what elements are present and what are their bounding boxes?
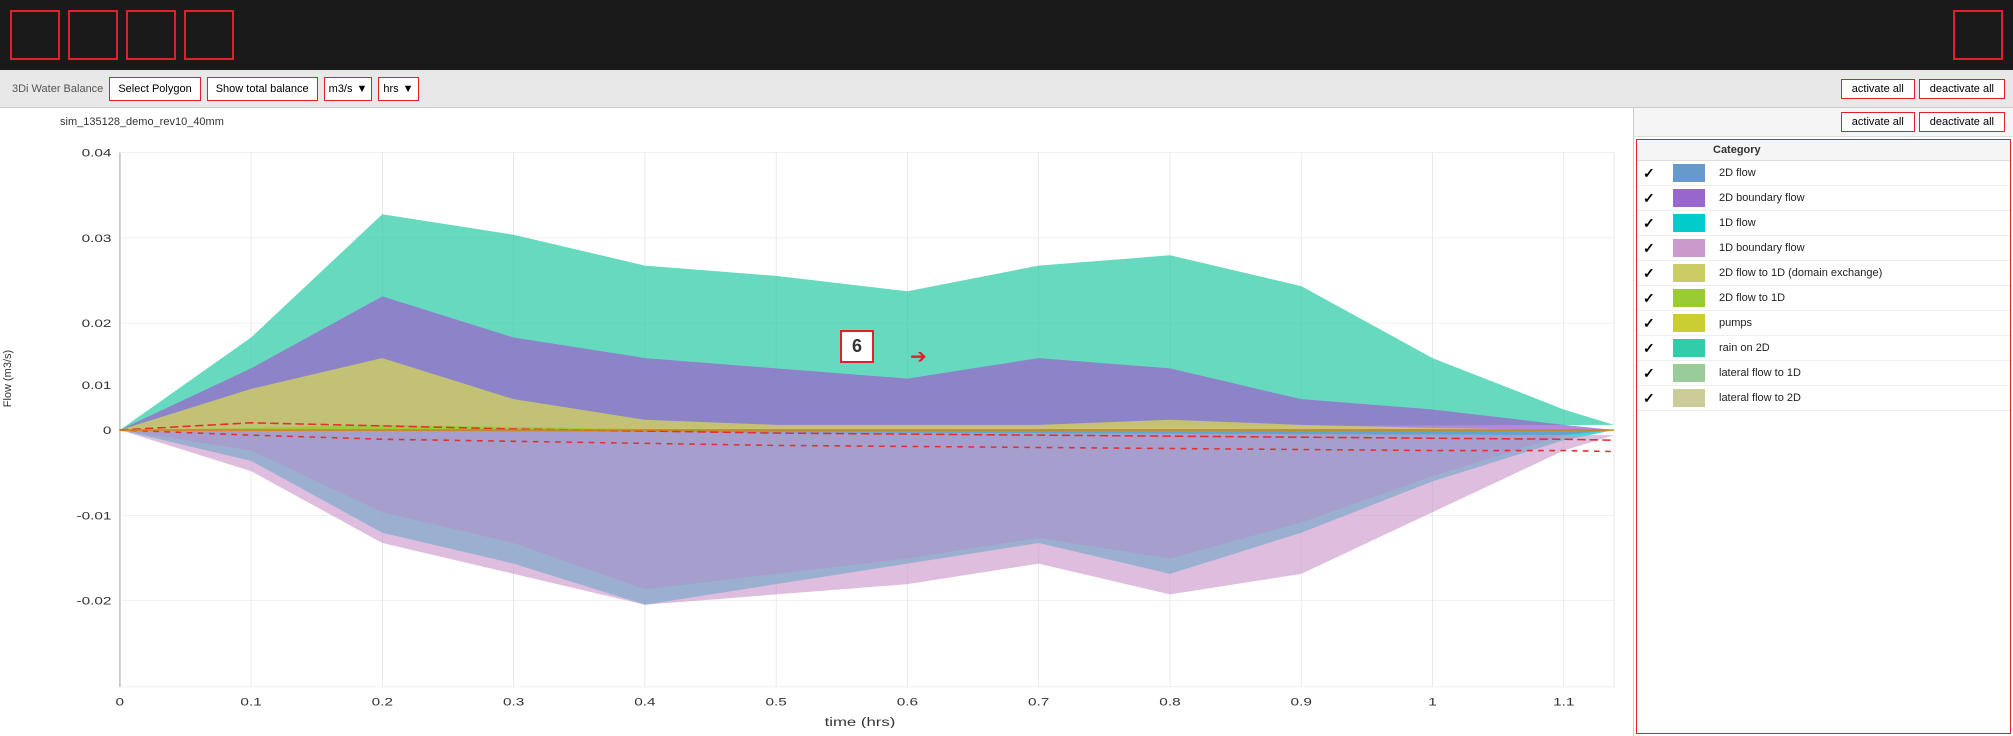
- category-table: Category ✓ 2D flow ✓ 2D boundary flow ✓ …: [1636, 139, 2011, 734]
- table-row[interactable]: ✓ 1D boundary flow: [1637, 236, 2010, 261]
- sub-toolbar: 3Di Water Balance Select Polygon Show to…: [0, 70, 2013, 108]
- svg-text:0.01: 0.01: [82, 379, 112, 392]
- row-checkbox-7[interactable]: ✓: [1643, 340, 1673, 357]
- table-row[interactable]: ✓ lateral flow to 2D: [1637, 386, 2010, 411]
- right-panel-header: activate all deactivate all: [1634, 108, 2013, 137]
- row-color-swatch-6: [1673, 314, 1705, 332]
- row-category-name-0: 2D flow: [1713, 167, 2004, 179]
- table-row[interactable]: ✓ 2D flow to 1D: [1637, 286, 2010, 311]
- row-category-name-9: lateral flow to 2D: [1713, 392, 2004, 404]
- svg-text:0.03: 0.03: [82, 232, 112, 245]
- category-col-header: Category: [1713, 144, 2004, 156]
- category-header: Category: [1637, 140, 2010, 161]
- activate-all-button[interactable]: activate all: [1841, 79, 1915, 99]
- svg-text:1.1: 1.1: [1553, 695, 1574, 708]
- row-color-swatch-2: [1673, 214, 1705, 232]
- app-title: 3Di Water Balance: [12, 83, 103, 95]
- svg-text:0.2: 0.2: [372, 695, 393, 708]
- row-category-name-4: 2D flow to 1D (domain exchange): [1713, 267, 2004, 279]
- row-category-name-6: pumps: [1713, 317, 2004, 329]
- select-polygon-button[interactable]: Select Polygon: [109, 77, 200, 101]
- row-checkbox-0[interactable]: ✓: [1643, 165, 1673, 182]
- svg-text:0.04: 0.04: [82, 147, 112, 160]
- row-checkbox-3[interactable]: ✓: [1643, 240, 1673, 257]
- table-row[interactable]: ✓ rain on 2D: [1637, 336, 2010, 361]
- toolbar-btn-2[interactable]: [68, 10, 118, 60]
- right-controls: activate all deactivate all: [1841, 79, 2005, 99]
- row-checkbox-8[interactable]: ✓: [1643, 365, 1673, 382]
- row-color-swatch-8: [1673, 364, 1705, 382]
- table-row[interactable]: ✓ 2D flow: [1637, 161, 2010, 186]
- svg-text:time (hrs): time (hrs): [825, 716, 896, 728]
- main-content: sim_135128_demo_rev10_40mm Flow (m3/s): [0, 108, 2013, 736]
- table-row[interactable]: ✓ 1D flow: [1637, 211, 2010, 236]
- row-color-swatch-0: [1673, 164, 1705, 182]
- row-checkbox-5[interactable]: ✓: [1643, 290, 1673, 307]
- svg-text:0.1: 0.1: [240, 695, 261, 708]
- row-color-swatch-3: [1673, 239, 1705, 257]
- svg-text:-0.01: -0.01: [76, 509, 111, 522]
- flow-unit-value: m3/s: [329, 83, 353, 95]
- chart-area: sim_135128_demo_rev10_40mm Flow (m3/s): [0, 108, 1633, 736]
- row-checkbox-9[interactable]: ✓: [1643, 390, 1673, 407]
- table-row[interactable]: ✓ 2D boundary flow: [1637, 186, 2010, 211]
- annotation-number: 6: [852, 336, 862, 356]
- row-category-name-2: 1D flow: [1713, 217, 2004, 229]
- toolbar-btn-3[interactable]: [126, 10, 176, 60]
- toolbar-btn-1[interactable]: [10, 10, 60, 60]
- row-checkbox-6[interactable]: ✓: [1643, 315, 1673, 332]
- row-category-name-7: rain on 2D: [1713, 342, 2004, 354]
- row-color-swatch-1: [1673, 189, 1705, 207]
- svg-text:0.8: 0.8: [1159, 695, 1180, 708]
- deactivate-all-button[interactable]: deactivate all: [1919, 79, 2005, 99]
- svg-text:0.7: 0.7: [1028, 695, 1049, 708]
- svg-text:-0.02: -0.02: [76, 595, 111, 608]
- table-row[interactable]: ✓ 2D flow to 1D (domain exchange): [1637, 261, 2010, 286]
- deactivate-all-button-panel[interactable]: deactivate all: [1919, 112, 2005, 132]
- toolbar-btn-4[interactable]: [184, 10, 234, 60]
- color-col-header: [1673, 144, 1713, 156]
- row-category-name-1: 2D boundary flow: [1713, 192, 2004, 204]
- row-category-name-5: 2D flow to 1D: [1713, 292, 2004, 304]
- svg-text:0.4: 0.4: [634, 695, 656, 708]
- annotation-arrow-icon: ➔: [910, 344, 927, 369]
- row-color-swatch-7: [1673, 339, 1705, 357]
- time-unit-chevron-icon: ▼: [403, 83, 414, 95]
- svg-text:0.9: 0.9: [1291, 695, 1312, 708]
- flow-unit-chevron-icon: ▼: [357, 83, 368, 95]
- row-color-swatch-5: [1673, 289, 1705, 307]
- svg-text:0.3: 0.3: [503, 695, 524, 708]
- svg-text:0.5: 0.5: [765, 695, 786, 708]
- svg-text:0: 0: [103, 424, 112, 437]
- row-checkbox-2[interactable]: ✓: [1643, 215, 1673, 232]
- table-row[interactable]: ✓ lateral flow to 1D: [1637, 361, 2010, 386]
- top-toolbar: [0, 0, 2013, 70]
- svg-text:0.02: 0.02: [82, 317, 112, 330]
- row-checkbox-1[interactable]: ✓: [1643, 190, 1673, 207]
- svg-text:1: 1: [1428, 695, 1437, 708]
- category-rows-container: ✓ 2D flow ✓ 2D boundary flow ✓ 1D flow ✓…: [1637, 161, 2010, 411]
- table-row[interactable]: ✓ pumps: [1637, 311, 2010, 336]
- chart-wrapper: Flow (m3/s): [0, 132, 1633, 728]
- time-unit-select[interactable]: hrs ▼: [378, 77, 418, 101]
- row-category-name-8: lateral flow to 1D: [1713, 367, 2004, 379]
- flow-unit-select[interactable]: m3/s ▼: [324, 77, 373, 101]
- annotation-box: 6: [840, 330, 874, 363]
- chart-sim-label: sim_135128_demo_rev10_40mm: [0, 116, 1633, 128]
- toolbar-btn-right[interactable]: [1953, 10, 2003, 60]
- row-color-swatch-9: [1673, 389, 1705, 407]
- row-category-name-3: 1D boundary flow: [1713, 242, 2004, 254]
- check-col-header: [1643, 144, 1673, 156]
- show-total-balance-button[interactable]: Show total balance: [207, 77, 318, 101]
- svg-text:0: 0: [116, 695, 125, 708]
- activate-all-button-panel[interactable]: activate all: [1841, 112, 1915, 132]
- right-panel: activate all deactivate all Category ✓ 2…: [1633, 108, 2013, 736]
- chart-svg: 0.04 0.03 0.02 0.01 0 -0.01 -0.02 0 0.1 …: [50, 132, 1628, 728]
- row-checkbox-4[interactable]: ✓: [1643, 265, 1673, 282]
- y-axis-label: Flow (m3/s): [2, 350, 14, 407]
- row-color-swatch-4: [1673, 264, 1705, 282]
- time-unit-value: hrs: [383, 83, 398, 95]
- svg-text:0.6: 0.6: [897, 695, 918, 708]
